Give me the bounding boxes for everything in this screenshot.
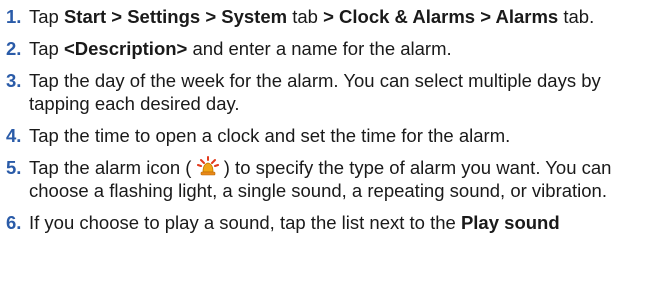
step-text-segment: Tap <box>29 38 64 59</box>
step-4: 4. Tap the time to open a clock and set … <box>6 124 646 147</box>
play-sound-bold: Play sound <box>460 212 560 233</box>
step-number: 4. <box>6 125 22 146</box>
step-number: 6. <box>6 212 22 233</box>
step-6: 6. If you choose to play a sound, tap th… <box>6 211 646 234</box>
step-2: 2. Tap <Description> and enter a name fo… <box>6 37 646 60</box>
step-number: 5. <box>6 157 22 178</box>
step-number: 1. <box>6 6 22 27</box>
step-text-segment: Tap the alarm icon ( <box>29 157 197 178</box>
step-text: If you choose to play a sound, tap the l… <box>29 212 560 233</box>
step-number: 2. <box>6 38 22 59</box>
step-1: 1. Tap Start > Settings > System tab > C… <box>6 5 646 28</box>
step-3: 3. Tap the day of the week for the alarm… <box>6 69 646 115</box>
step-text: Tap the time to open a clock and set the… <box>29 125 511 146</box>
step-text-segment: Tap <box>29 6 64 27</box>
menu-path-bold: > Clock & Alarms > Alarms <box>323 6 559 27</box>
step-text-segment: tab <box>287 6 324 27</box>
step-text: Tap <Description> and enter a name for t… <box>29 38 452 59</box>
step-text: Tap Start > Settings > System tab > Cloc… <box>29 6 594 27</box>
step-text-segment: tab. <box>558 6 595 27</box>
menu-path-bold: Start > Settings > System <box>63 6 288 27</box>
instruction-steps: 1. Tap Start > Settings > System tab > C… <box>6 5 646 243</box>
step-text-segment: If you choose to play a sound, tap the l… <box>29 212 461 233</box>
step-5: 5. Tap the alarm icon ( ) to specify the… <box>6 156 646 202</box>
alarm-icon <box>196 156 219 178</box>
description-field-bold: <Description> <box>63 38 188 59</box>
step-text: Tap the alarm icon ( ) to specify the ty… <box>29 156 611 201</box>
step-number: 3. <box>6 70 22 91</box>
step-text-segment: and enter a name for the alarm. <box>187 38 452 59</box>
step-text: Tap the day of the week for the alarm. Y… <box>29 70 601 114</box>
